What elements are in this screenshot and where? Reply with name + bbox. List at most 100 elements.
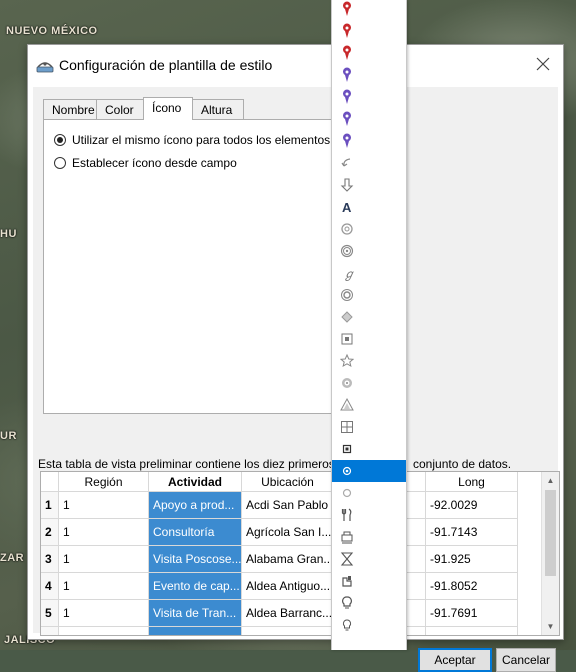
diamond-icon[interactable] [332,306,406,328]
cell-actividad[interactable]: Apoyo a prod... [149,492,242,519]
scroll-thumb[interactable] [545,490,556,576]
star-icon[interactable] [332,350,406,372]
spiral-icon[interactable] [332,372,406,394]
column-header-ubicacion[interactable]: Ubicación [242,472,334,492]
dialog-content: Nombre Color Ícono Altura Utilizar el mi… [33,87,560,672]
table-row[interactable]: 61Evento de cap...Aldea Barranc... -91.75… [41,627,541,635]
cell-actividad[interactable]: Evento de cap... [149,573,242,600]
cell-long[interactable]: -91.7143 [426,519,518,546]
cell-ubicacion[interactable]: Aldea Antiguo... [242,573,334,600]
close-icon[interactable] [533,55,553,75]
cell-actividad[interactable]: Visita Poscose... [149,546,242,573]
dialog-title: Configuración de plantilla de estilo [59,57,273,73]
down-arrow-icon[interactable] [332,174,406,196]
preview-note: Esta tabla de vista preliminar contiene … [38,457,335,471]
hourglass-icon[interactable] [332,548,406,570]
map-label-zar: ZAR [0,552,25,564]
cell-region[interactable]: 1 [59,600,149,627]
field-icon-label: Establecer ícono desde campo [72,156,237,170]
table-header: Región Actividad Ubicación Long [41,472,541,492]
row-number[interactable]: 3 [41,546,59,573]
curved-arrow-icon[interactable] [332,152,406,174]
cell-long[interactable]: -91.8052 [426,573,518,600]
preview-table[interactable]: Región Actividad Ubicación Long 1 1 Apoyo … [40,471,560,636]
cell-long[interactable]: -91.7596 [426,627,518,635]
cancel-button[interactable]: Cancelar [496,648,556,672]
column-header-actividad[interactable]: Actividad [149,472,242,492]
pin-purple-icon[interactable] [332,86,406,108]
tab-icono[interactable]: Ícono [143,97,193,120]
svg-text:A: A [342,200,352,215]
row-number[interactable]: 5 [41,600,59,627]
square-dot-icon[interactable] [332,328,406,350]
table-row[interactable]: 2 1 Consultoría Agrícola San I... -91.7143 [41,519,541,546]
table-row[interactable]: 1 1 Apoyo a prod... Acdi San Pablo -92.0029 [41,492,541,519]
ring-icon[interactable] [332,218,406,240]
pin-red-icon[interactable] [332,0,406,20]
tab-color[interactable]: Color [96,99,144,119]
letter-a-icon[interactable]: A [332,196,406,218]
preview-note-tail: conjunto de datos. [413,457,512,471]
double-ring-icon[interactable] [332,240,406,262]
scroll-down-icon[interactable]: ▼ [542,618,559,635]
cell-region[interactable]: 1 [59,519,149,546]
field-icon-option[interactable]: Establecer ícono desde campo [54,154,237,172]
table-row[interactable]: 5 1 Visita de Tran... Aldea Barranc... -91.7… [41,600,541,627]
small-square-icon[interactable] [332,438,406,460]
cell-actividad[interactable]: Consultoría [149,519,242,546]
cell-long[interactable]: -91.925 [426,546,518,573]
bulb-outline-icon[interactable] [332,614,406,636]
cell-actividad[interactable]: Evento de cap... [149,627,242,635]
style-template-dialog: Configuración de plantilla de estilo Nom… [27,44,564,672]
bulb-icon[interactable] [332,592,406,614]
cell-region[interactable]: 1 [59,627,149,635]
template-icon [36,58,54,74]
table-scrollbar[interactable]: ▲ ▼ [541,472,559,635]
cell-region[interactable]: 1 [59,492,149,519]
cell-long[interactable]: -92.0029 [426,492,518,519]
hollow-circle-icon[interactable] [332,482,406,504]
dialog-titlebar[interactable]: Configuración de plantilla de estilo [28,45,563,87]
grid-box-icon[interactable] [332,416,406,438]
pin-red-icon[interactable] [332,42,406,64]
scroll-up-icon[interactable]: ▲ [542,472,559,489]
pin-purple-icon[interactable] [332,130,406,152]
same-icon-option[interactable]: Utilizar el mismo ícono para todos los e… [54,131,330,149]
cell-ubicacion[interactable]: Aldea Barranc... [242,627,334,635]
row-number[interactable]: 1 [41,492,59,519]
row-number[interactable]: 2 [41,519,59,546]
tab-nombre[interactable]: Nombre [43,99,97,119]
utensils-icon[interactable] [332,504,406,526]
same-icon-label: Utilizar el mismo ícono para todos los e… [72,133,331,147]
row-number[interactable]: 4 [41,573,59,600]
pin-purple-icon[interactable] [332,108,406,130]
same-icon-radio[interactable] [54,134,66,146]
table-row[interactable]: 3 1 Visita Poscose... Alabama Gran... -91.92… [41,546,541,573]
triangle-icon[interactable] [332,394,406,416]
column-header-long[interactable]: Long [426,472,518,492]
cell-ubicacion[interactable]: Alabama Gran... [242,546,334,573]
pin-red-icon[interactable] [332,20,406,42]
field-icon-radio[interactable] [54,157,66,169]
row-number[interactable]: 6 [41,627,59,635]
cell-ubicacion[interactable]: Aldea Barranc... [242,600,334,627]
column-header-region[interactable]: Región [59,472,149,492]
cell-actividad[interactable]: Visita de Tran... [149,600,242,627]
corner-header [41,472,59,492]
printer-icon[interactable] [332,526,406,548]
map-label-hu: HU [0,228,17,240]
cell-long[interactable]: -91.7691 [426,600,518,627]
script-f-icon[interactable]: ℊ [332,262,406,284]
tab-altura[interactable]: Altura [192,99,244,119]
cell-region[interactable]: 1 [59,546,149,573]
cell-region[interactable]: 1 [59,573,149,600]
tool-icon[interactable] [332,570,406,592]
accept-button[interactable]: Aceptar [418,648,492,672]
cell-ubicacion[interactable]: Agrícola San I... [242,519,334,546]
cell-ubicacion[interactable]: Acdi San Pablo [242,492,334,519]
table-row[interactable]: 4 1 Evento de cap... Aldea Antiguo... -91.80… [41,573,541,600]
circled-ring-icon[interactable] [332,284,406,306]
icon-dropdown-list[interactable]: Aℊ [331,0,407,650]
pin-purple-icon[interactable] [332,64,406,86]
dot-circle-icon[interactable] [332,460,406,482]
